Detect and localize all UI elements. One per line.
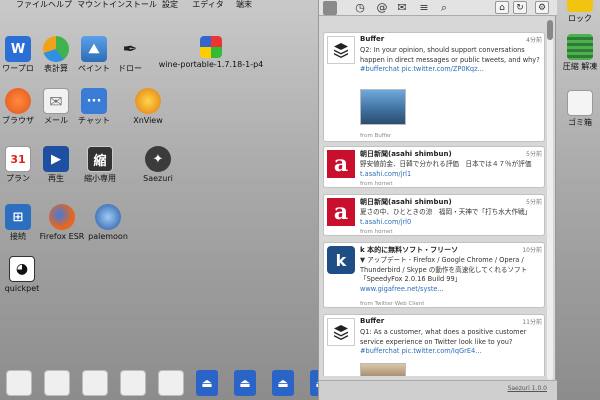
desktop-icon-palemoon[interactable]: palemoon (76, 204, 140, 242)
tweet-author[interactable]: k 本的に無料ソフト・フリーソ (360, 245, 458, 255)
tweet-image-thumbnail[interactable] (360, 89, 406, 125)
lock-icon (567, 0, 593, 12)
envelope-icon[interactable]: ✉ (395, 1, 409, 15)
timeline[interactable]: Buffer 4分前 Q2: In your opinion, should s… (323, 24, 545, 376)
desktop-icon-terminal[interactable]: 端末 (212, 0, 276, 10)
desktop-icon-xnview[interactable]: XnView (116, 88, 180, 126)
windows-logo-icon (200, 36, 222, 58)
buffer-logo-icon (327, 36, 355, 64)
usb-drive-icon[interactable]: ⏏ (196, 370, 218, 396)
desktop-icon-quickpet[interactable]: ◕ quickpet (0, 256, 54, 294)
tweet-card[interactable]: Buffer 11分前 Q1: As a customer, what does… (323, 314, 545, 376)
saezuri-window: ◷ @ ✉ ≡ ⌕ ⌂ ↻ ⚙ Buffer 4分前 Q2: In your o… (318, 0, 557, 400)
tweet-time: 11分前 (522, 319, 542, 326)
dock-item[interactable] (6, 370, 32, 396)
usb-drive-icon[interactable]: ⏏ (272, 370, 294, 396)
tweet-card[interactable]: a 朝日新聞(asahi shimbun) 5分前 野安値前金、日韓で分かれる評… (323, 146, 545, 188)
pen-icon: ✒ (122, 38, 138, 60)
dock-item[interactable] (44, 370, 70, 396)
tweet-author[interactable]: Buffer (360, 317, 384, 325)
chat-bubble-icon: ··· (81, 88, 107, 114)
gear-icon[interactable]: ⚙ (535, 1, 549, 14)
desktop-icon-wine[interactable]: wine-portable-1.7.18-1-p4 (156, 36, 266, 70)
tweet-time: 10分前 (522, 247, 542, 254)
tweet-author[interactable]: Buffer (360, 35, 384, 43)
tweet-text: 野安値前金、日韓で分かれる評価 日本では４７％が評価 t.asahi.com/j… (360, 160, 532, 178)
tweet-card[interactable]: k k 本的に無料ソフト・フリーソ 10分前 ▼ アップデート - Firefo… (323, 242, 545, 308)
tweet-source: from Twitter Web Client (360, 301, 425, 307)
asahi-logo-icon: a (327, 150, 355, 178)
tweet-author[interactable]: 朝日新聞(asahi shimbun) (360, 197, 452, 207)
panda-icon: ◕ (9, 256, 35, 282)
buffer-logo-icon (327, 318, 355, 346)
trash-icon (567, 90, 593, 116)
tweet-text: Q2: In your opinion, should support conv… (360, 46, 540, 74)
bird-icon: ✦ (145, 146, 171, 172)
zipper-icon (567, 34, 593, 60)
desktop-icon-saezuri[interactable]: ✦ Saezuri (126, 146, 190, 184)
buffer-stack-icon (334, 43, 348, 58)
tweet-card[interactable]: Buffer 4分前 Q2: In your opinion, should s… (323, 32, 545, 142)
k-logo-icon: k (327, 246, 355, 274)
tweet-image-thumbnail[interactable] (360, 363, 406, 376)
dock-item[interactable] (82, 370, 108, 396)
search-icon[interactable]: ⌕ (437, 1, 451, 15)
scrollbar-thumb[interactable] (547, 20, 553, 40)
shrink-kanji-icon: 縮 (87, 146, 113, 172)
tweet-text: 夏さの中、ひとときの涼 福岡・天神で「打ち水大作戦」 t.asahi.com/j… (360, 208, 532, 226)
list-icon[interactable]: ≡ (417, 1, 431, 15)
saezuri-toolbar: ◷ @ ✉ ≡ ⌕ ⌂ ↻ ⚙ (319, 0, 557, 16)
mention-at-icon[interactable]: @ (375, 1, 389, 15)
refresh-icon[interactable]: ↻ (513, 1, 527, 14)
tweet-card[interactable]: a 朝日新聞(asahi shimbun) 5分前 夏さの中、ひとときの涼 福岡… (323, 194, 545, 236)
desktop-icon-draw[interactable]: ✒ ドロー (98, 36, 162, 74)
tweet-source: from hornet (360, 181, 393, 187)
film-strip-icon: ▶ (43, 146, 69, 172)
user-avatar[interactable] (323, 1, 337, 15)
saezuri-footer: Saezuri 1.0.0 (319, 380, 557, 400)
tweet-text: ▼ アップデート - Firefox / Google Chrome / Ope… (360, 256, 528, 293)
dock-item[interactable] (120, 370, 146, 396)
firefox-icon (49, 204, 75, 230)
timeline-scrollbar[interactable] (547, 20, 553, 380)
tweet-time: 5分前 (526, 199, 542, 206)
usb-drive-icon[interactable]: ⏏ (234, 370, 256, 396)
network-icon: ⊞ (5, 204, 31, 230)
clock-icon[interactable]: ◷ (353, 1, 367, 15)
home-icon[interactable]: ⌂ (495, 1, 509, 14)
moon-globe-icon (95, 204, 121, 230)
tweet-source: from Buffer (360, 133, 392, 139)
desktop-icon-shrink[interactable]: 縮 縮小専用 (68, 146, 132, 184)
tweet-time: 5分前 (526, 151, 542, 158)
tweet-time: 4分前 (526, 37, 542, 44)
tweet-text: Q1: As a customer, what does a positive … (360, 328, 527, 356)
buffer-stack-icon (334, 325, 348, 340)
tweet-author[interactable]: 朝日新聞(asahi shimbun) (360, 149, 452, 159)
version-link[interactable]: Saezuri 1.0.0 (508, 385, 547, 392)
eye-icon (135, 88, 161, 114)
asahi-logo-icon: a (327, 198, 355, 226)
tweet-source: from hornet (360, 229, 393, 235)
dock-item[interactable] (158, 370, 184, 396)
